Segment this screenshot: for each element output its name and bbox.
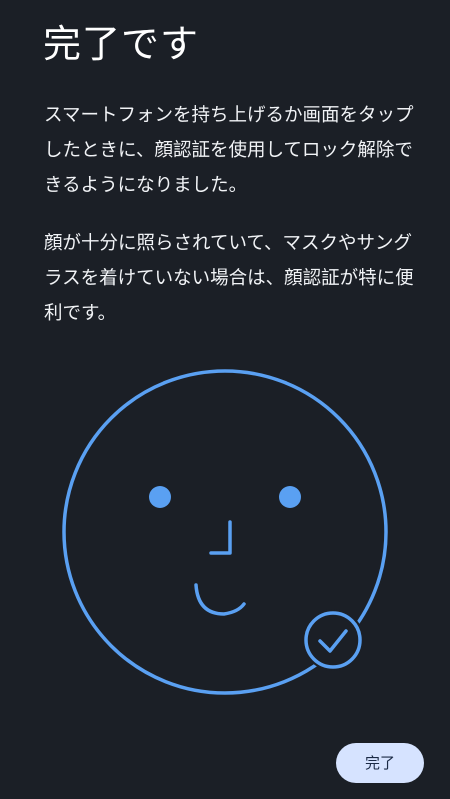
face-circle [62,369,388,695]
right-eye [279,486,301,508]
done-button[interactable]: 完了 [336,743,424,783]
description-paragraph-2: 顔が十分に照らされていて、マスクやサングラスを着けていない場合は、顔認証が特に便… [44,233,414,324]
nose-shape [209,520,232,555]
left-eye [149,486,171,508]
smile-shape [194,583,246,616]
page-title: 完了です [43,22,200,66]
check-circle-icon [302,609,364,671]
description-paragraph-1: スマートフォンを持ち上げるか画面をタップしたときに、顔認証を使用してロック解除で… [44,105,414,196]
face-outline-icon [62,369,388,695]
